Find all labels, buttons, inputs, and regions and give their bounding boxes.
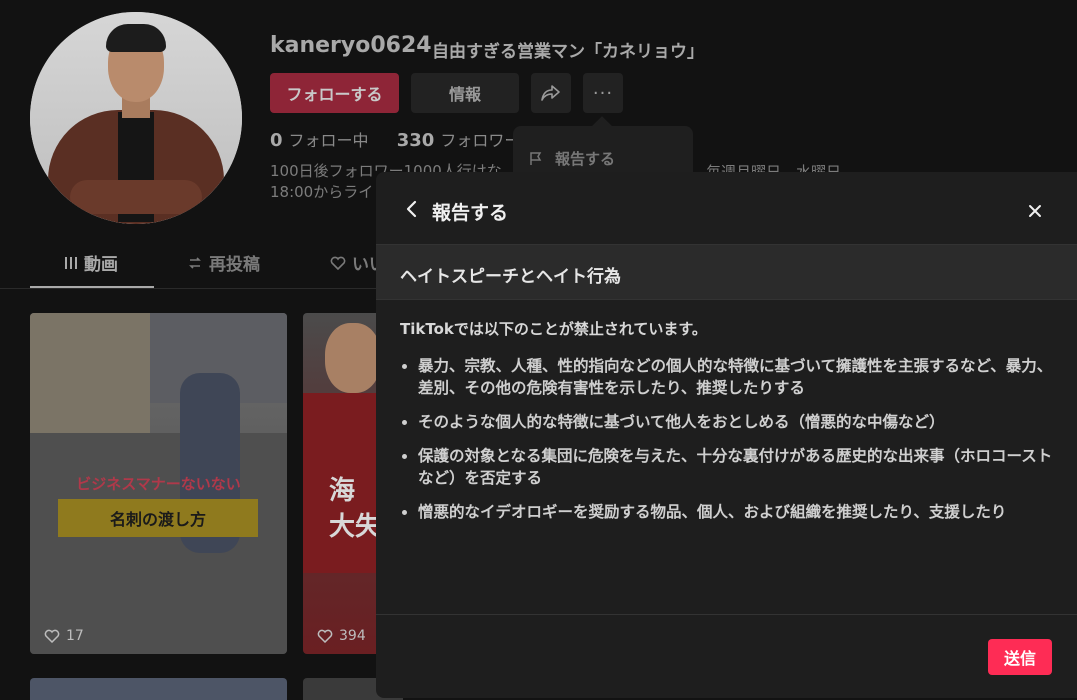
- video-caption-line-2: 大失: [329, 512, 382, 542]
- more-icon: ···: [592, 82, 614, 104]
- video-likes-count: 17: [66, 628, 84, 644]
- video-card[interactable]: ビジネスマナーないない 名刺の渡し方 17: [30, 313, 287, 654]
- dropdown-report-label: 報告する: [555, 150, 616, 168]
- report-modal: 報告する ヘイトスピーチとヘイト行為 TikTokでは以下のことが禁止されていま…: [376, 172, 1077, 698]
- back-button[interactable]: [400, 198, 422, 220]
- rule-item: そのような個人的な特徴に基づいて他人をおとしめる（憎悪的な中傷など）: [400, 411, 1060, 433]
- heart-icon: [44, 629, 60, 643]
- video-caption: ビジネスマナーないない: [76, 475, 241, 493]
- video-card[interactable]: [30, 678, 287, 700]
- video-likes: 394: [317, 628, 366, 644]
- modal-title: 報告する: [432, 202, 509, 224]
- close-icon: [1029, 205, 1041, 217]
- report-category: ヘイトスピーチとヘイト行為: [376, 244, 1077, 300]
- modal-footer-divider: [376, 614, 1077, 615]
- following-count: 0: [270, 130, 283, 151]
- video-caption: 海 大失: [329, 473, 381, 545]
- flag-icon: [530, 151, 542, 165]
- close-button[interactable]: [1024, 200, 1046, 222]
- grid-icon: [65, 256, 77, 269]
- heart-icon: [317, 629, 333, 643]
- rule-item: 憎悪的なイデオロギーを奨励する物品、個人、および組織を推奨したり、支援したり: [400, 501, 1060, 523]
- info-button[interactable]: 情報: [411, 73, 519, 113]
- following-label[interactable]: フォロー中: [289, 131, 369, 150]
- follow-button[interactable]: フォローする: [270, 73, 399, 113]
- tab-reposts-label: 再投稿: [209, 255, 260, 275]
- profile-nickname: 自由すぎる営業マン「カネリョウ」: [432, 42, 704, 62]
- modal-header: 報告する: [376, 172, 1077, 244]
- profile-stats: 0 フォロー中 330 フォロワー: [270, 127, 520, 151]
- modal-body: TikTokでは以下のことが禁止されています。 暴力、宗教、人種、性的指向などの…: [400, 318, 1060, 535]
- share-button[interactable]: [531, 73, 571, 113]
- more-options-button[interactable]: ···: [583, 73, 623, 113]
- share-icon: [541, 85, 560, 101]
- tab-videos[interactable]: 動画: [64, 250, 118, 275]
- followers-count: 330: [396, 130, 435, 151]
- heart-lock-icon: [330, 256, 346, 270]
- report-category-label: ヘイトスピーチとヘイト行為: [400, 267, 621, 287]
- rule-item: 暴力、宗教、人種、性的指向などの個人的な特徴に基づいて擁護性を主張するなど、暴力…: [400, 355, 1060, 399]
- tab-reposts[interactable]: 再投稿: [187, 250, 260, 275]
- rules-intro: TikTokでは以下のことが禁止されています。: [400, 320, 707, 338]
- video-likes: 17: [44, 628, 84, 644]
- dropdown-report-item[interactable]: 報告する: [529, 148, 615, 169]
- repost-icon: [189, 256, 201, 269]
- rules-list: 暴力、宗教、人種、性的指向などの個人的な特徴に基づいて擁護性を主張するなど、暴力…: [400, 355, 1060, 523]
- video-caption-box: 名刺の渡し方: [58, 499, 258, 537]
- submit-button[interactable]: 送信: [988, 639, 1052, 675]
- tab-videos-label: 動画: [84, 255, 118, 275]
- profile-username: kaneryo0624: [270, 33, 432, 58]
- followers-label[interactable]: フォロワー: [440, 131, 520, 150]
- chevron-left-icon: [406, 200, 417, 218]
- rule-item: 保護の対象となる集団に危険を与えた、十分な裏付けがある歴史的な出来事（ホロコース…: [400, 445, 1060, 489]
- video-likes-count: 394: [339, 628, 366, 644]
- profile-avatar[interactable]: [30, 12, 242, 224]
- video-caption-line-1: 海: [329, 476, 356, 506]
